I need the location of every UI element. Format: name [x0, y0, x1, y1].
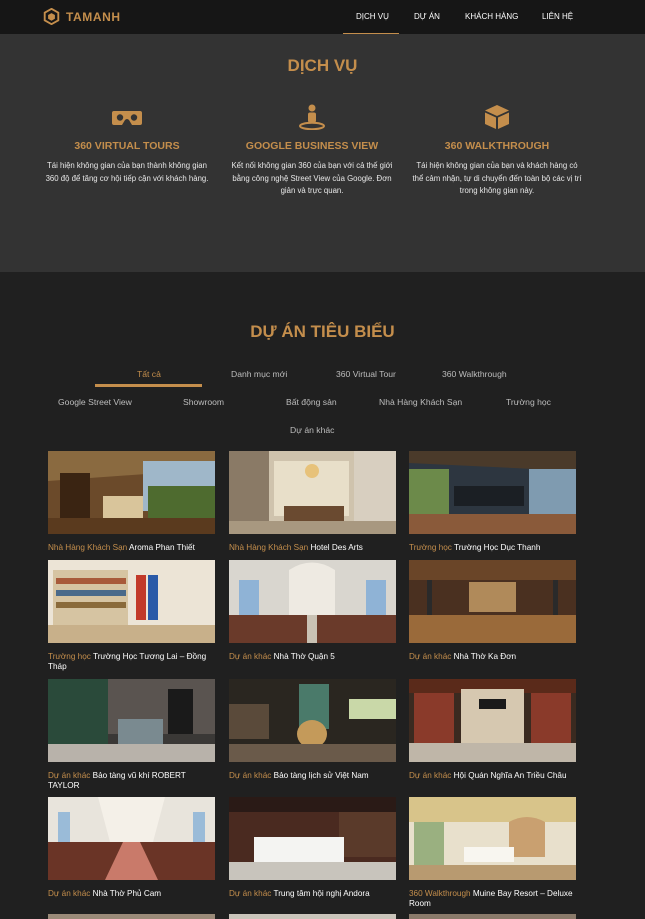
project-category: Dự án khác: [409, 771, 452, 780]
service-name: GOOGLE BUSINESS VIEW: [245, 140, 379, 152]
project-caption: Dự án khác Trung tâm hội nghị Andora: [229, 889, 396, 899]
project-title: Bảo tàng lịch sử Việt Nam: [273, 771, 369, 780]
project-thumbnail: [409, 451, 576, 534]
service-name: 360 WALKTHROUGH: [444, 140, 550, 152]
project-title: Hội Quán Nghĩa An Triều Châu: [453, 771, 567, 780]
filter-hotel-restaurant[interactable]: Nhà Hàng Khách Sạn: [379, 397, 462, 407]
nav-link-lien-he[interactable]: LIÊN HỆ: [542, 12, 573, 21]
cube-icon: [485, 105, 509, 129]
nav-link-dich-vu[interactable]: DỊCH VỤ: [356, 12, 389, 21]
project-caption: Dự án khác Nhà Thờ Quận 5: [229, 652, 396, 662]
filter-school[interactable]: Trường học: [506, 397, 551, 407]
project-caption: Dự án khác Bảo tàng vũ khí ROBERT TAYLOR: [48, 771, 215, 791]
project-caption: Nhà Hàng Khách Sạn Hotel Des Arts: [229, 543, 396, 553]
project-thumbnail: [229, 679, 396, 762]
project-category: Nhà Hàng Khách Sạn: [229, 543, 309, 552]
service-google-business-view: GOOGLE BUSINESS VIEW Kết nối không gian …: [227, 104, 397, 198]
project-category: Dự án khác: [229, 889, 272, 898]
project-category: Dự án khác: [409, 652, 452, 661]
project-thumbnail: [48, 797, 215, 880]
project-category: Dự án khác: [48, 889, 91, 898]
project-thumbnail-partial: [48, 914, 215, 919]
project-category: Trường học: [409, 543, 452, 552]
filter-new-category[interactable]: Danh mục mới: [231, 369, 287, 379]
filter-google-street-view[interactable]: Google Street View: [58, 397, 132, 407]
project-category: Trường học: [48, 652, 91, 661]
project-caption: Nhà Hàng Khách Sạn Aroma Phan Thiết: [48, 543, 215, 553]
project-category: Dự án khác: [48, 771, 91, 780]
project-thumbnail: [229, 451, 396, 534]
brand-name: TAMANH: [66, 9, 121, 24]
service-name: 360 VIRTUAL TOURS: [74, 140, 180, 152]
project-caption: Dự án khác Hội Quán Nghĩa An Triều Châu: [409, 771, 576, 781]
project-title: Nhà Thờ Quận 5: [273, 652, 335, 661]
service-walkthrough: 360 WALKTHROUGH Tái hiện không gian của …: [412, 104, 582, 198]
project-caption: 360 Walkthrough Muine Bay Resort – Delux…: [409, 889, 576, 909]
project-card[interactable]: Dự án khác Hội Quán Nghĩa An Triều Châu: [409, 679, 576, 781]
street-view-icon: [299, 104, 325, 130]
project-card[interactable]: Dự án khác Nhà Thờ Phủ Cam: [48, 797, 215, 899]
project-card[interactable]: 360 Walkthrough Muine Bay Resort – Delux…: [409, 797, 576, 909]
project-thumbnail: [229, 560, 396, 643]
project-card[interactable]: Dự án khác Bảo tàng vũ khí ROBERT TAYLOR: [48, 679, 215, 791]
project-card[interactable]: Dự án khác Nhà Thờ Quận 5: [229, 560, 396, 662]
project-card[interactable]: Trường học Trường Học Dục Thanh: [409, 451, 576, 553]
top-navbar: TAMANH DỊCH VỤ DỰ ÁN KHÁCH HÀNG LIÊN HỆ: [0, 0, 645, 36]
filter-360-walkthrough[interactable]: 360 Walkthrough: [442, 369, 507, 379]
project-caption: Trường học Trường Học Tương Lai – Đồng T…: [48, 652, 215, 672]
service-description: Tái hiện không gian của bạn và khách hàn…: [412, 161, 582, 195]
project-thumbnail: [48, 451, 215, 534]
nav-link-du-an[interactable]: DỰ ÁN: [414, 12, 440, 21]
project-thumbnail: [48, 560, 215, 643]
project-thumbnail: [48, 679, 215, 762]
service-virtual-tours: 360 VIRTUAL TOURS Tái hiện không gian củ…: [42, 104, 212, 185]
project-title: Aroma Phan Thiết: [129, 543, 195, 552]
project-caption: Dự án khác Nhà Thờ Phủ Cam: [48, 889, 215, 899]
project-card[interactable]: Dự án khác Trung tâm hội nghị Andora: [229, 797, 396, 899]
project-caption: Trường học Trường Học Dục Thanh: [409, 543, 576, 553]
filter-showroom[interactable]: Showroom: [183, 397, 224, 407]
project-title: Nhà Thờ Ka Đơn: [453, 652, 517, 661]
project-thumbnail: [229, 797, 396, 880]
filter-other[interactable]: Dự án khác: [290, 425, 334, 435]
project-card[interactable]: Nhà Hàng Khách Sạn Aroma Phan Thiết: [48, 451, 215, 553]
service-description: Kết nối không gian 360 của bạn với cả th…: [231, 161, 393, 195]
nav-link-khach-hang[interactable]: KHÁCH HÀNG: [465, 12, 518, 21]
project-title: Hotel Des Arts: [310, 543, 363, 552]
filter-all[interactable]: Tất cả: [137, 369, 161, 379]
project-card[interactable]: Dự án khác Nhà Thờ Ka Đơn: [409, 560, 576, 662]
project-thumbnail: [409, 560, 576, 643]
project-title: Trường Học Dục Thanh: [454, 543, 541, 552]
project-category: Nhà Hàng Khách Sạn: [48, 543, 128, 552]
project-category: Dự án khác: [229, 771, 272, 780]
project-caption: Dự án khác Nhà Thờ Ka Đơn: [409, 652, 576, 662]
logo[interactable]: TAMANH: [43, 8, 121, 25]
project-thumbnail-partial: [409, 914, 576, 919]
project-caption: Dự án khác Bảo tàng lịch sử Việt Nam: [229, 771, 396, 781]
service-description: Tái hiện không gian của bạn thành không …: [45, 161, 209, 183]
filter-360-virtual-tour[interactable]: 360 Virtual Tour: [336, 369, 396, 379]
filter-real-estate[interactable]: Bất động sản: [286, 397, 337, 407]
project-card[interactable]: Trường học Trường Học Tương Lai – Đồng T…: [48, 560, 215, 672]
services-section: DỊCH VỤ 360 VIRTUAL TOURS Tái hiện không…: [0, 34, 645, 272]
project-category: Dự án khác: [229, 652, 272, 661]
project-title: Nhà Thờ Phủ Cam: [92, 889, 162, 898]
projects-title: DỰ ÁN TIÊU BIỂU: [250, 322, 395, 341]
project-thumbnail-partial: [229, 914, 396, 919]
services-title: DỊCH VỤ: [287, 56, 358, 75]
project-thumbnail: [409, 797, 576, 880]
project-category: 360 Walkthrough: [409, 889, 471, 898]
filter-active-indicator: [95, 384, 202, 387]
project-title: Trung tâm hội nghị Andora: [273, 889, 370, 898]
project-card[interactable]: Dự án khác Bảo tàng lịch sử Việt Nam: [229, 679, 396, 781]
project-thumbnail: [409, 679, 576, 762]
logo-mark-icon: [43, 8, 60, 25]
project-card[interactable]: Nhà Hàng Khách Sạn Hotel Des Arts: [229, 451, 396, 553]
vr-headset-icon: [112, 111, 142, 125]
